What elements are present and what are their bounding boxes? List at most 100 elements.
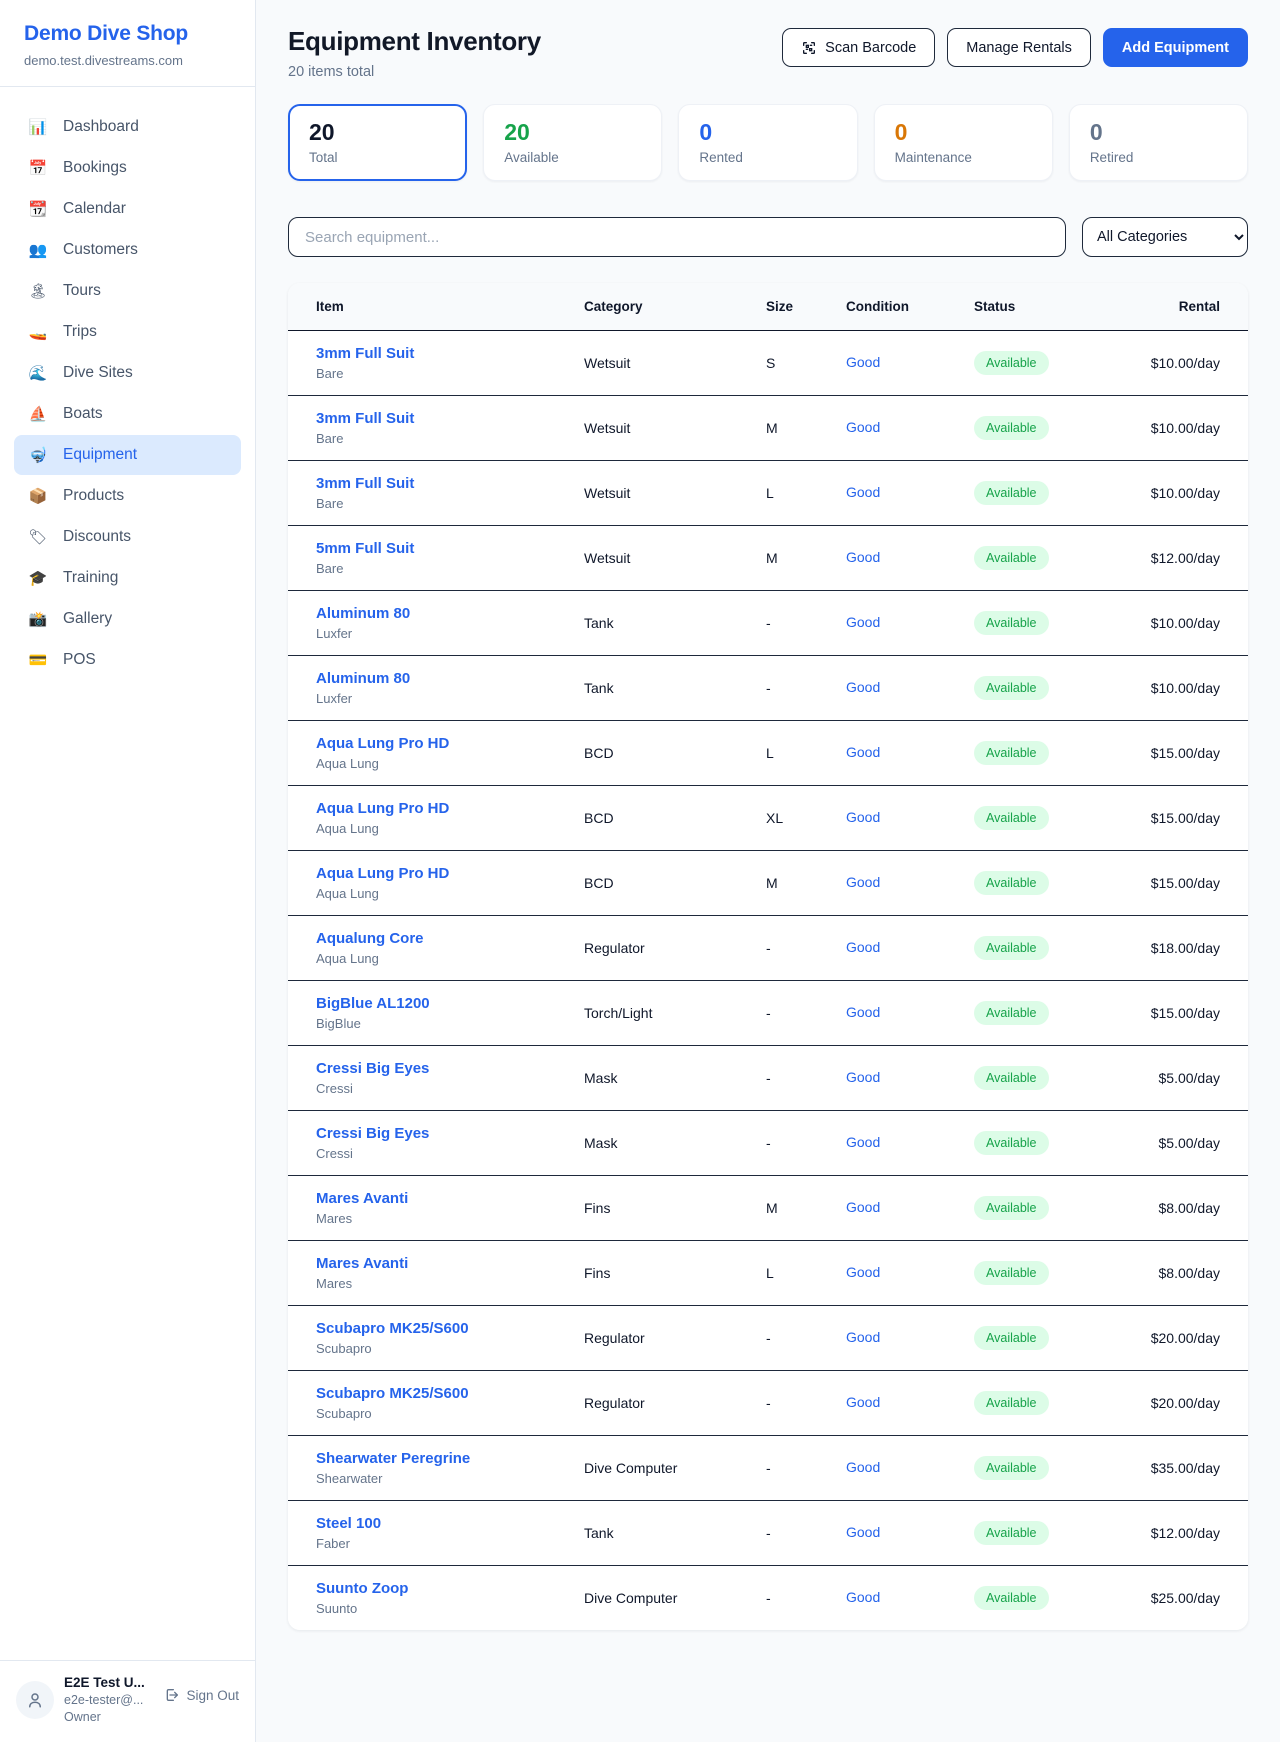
camera-icon: 📸 [28,610,48,628]
item-name-link[interactable]: Cressi Big Eyes [316,1060,584,1077]
item-cell: Shearwater PeregrineShearwater [316,1450,584,1486]
grad-cap-icon: 🎓 [28,569,48,587]
item-name-link[interactable]: 3mm Full Suit [316,345,584,362]
item-name-link[interactable]: Scubapro MK25/S600 [316,1385,584,1402]
manage-rentals-button[interactable]: Manage Rentals [947,28,1091,67]
rental-price: $5.00/day [1150,1070,1220,1086]
item-name-link[interactable]: Aluminum 80 [316,670,584,687]
item-name-link[interactable]: 5mm Full Suit [316,540,584,557]
condition-link[interactable]: Good [846,1004,880,1020]
condition-link[interactable]: Good [846,1069,880,1085]
stat-card-total[interactable]: 20Total [288,104,467,181]
condition-link[interactable]: Good [846,614,880,630]
condition-link[interactable]: Good [846,549,880,565]
item-name-link[interactable]: Aqua Lung Pro HD [316,800,584,817]
sidebar-item-training[interactable]: 🎓Training [14,558,241,598]
category-cell: Wetsuit [584,420,766,436]
item-name-link[interactable]: 3mm Full Suit [316,410,584,427]
item-name-link[interactable]: Scubapro MK25/S600 [316,1320,584,1337]
condition-cell: Good [846,1004,974,1022]
category-cell: Wetsuit [584,550,766,566]
status-cell: Available [974,481,1150,505]
condition-link[interactable]: Good [846,809,880,825]
size-cell: - [766,1590,846,1606]
add-equipment-button[interactable]: Add Equipment [1103,28,1248,67]
size-cell: - [766,1395,846,1411]
condition-link[interactable]: Good [846,939,880,955]
condition-cell: Good [846,1199,974,1217]
sidebar-item-pos[interactable]: 💳POS [14,640,241,680]
item-name-link[interactable]: BigBlue AL1200 [316,995,584,1012]
barcode-scan-icon [801,40,817,56]
sailboat-icon: ⛵ [28,405,48,423]
status-cell: Available [974,611,1150,635]
item-name-link[interactable]: Aluminum 80 [316,605,584,622]
condition-link[interactable]: Good [846,419,880,435]
condition-link[interactable]: Good [846,354,880,370]
condition-link[interactable]: Good [846,874,880,890]
condition-link[interactable]: Good [846,1524,880,1540]
sidebar-item-bookings[interactable]: 📅Bookings [14,148,241,188]
sidebar-item-calendar[interactable]: 📆Calendar [14,189,241,229]
sidebar-item-gallery[interactable]: 📸Gallery [14,599,241,639]
filters-bar: All Categories [288,217,1248,257]
sidebar-item-discounts[interactable]: 🏷Discounts [14,517,241,557]
condition-link[interactable]: Good [846,1134,880,1150]
sidebar-item-products[interactable]: 📦Products [14,476,241,516]
item-name-link[interactable]: Steel 100 [316,1515,584,1532]
condition-cell: Good [846,354,974,372]
rental-price: $5.00/day [1150,1135,1220,1151]
item-cell: Aqua Lung Pro HDAqua Lung [316,735,584,771]
condition-link[interactable]: Good [846,484,880,500]
condition-link[interactable]: Good [846,679,880,695]
people-icon: 👥 [28,241,48,259]
item-brand: Mares [316,1276,584,1291]
condition-link[interactable]: Good [846,1459,880,1475]
sign-out-button[interactable]: Sign Out [164,1687,239,1703]
search-input[interactable] [288,217,1066,257]
stat-card-available[interactable]: 20Available [483,104,662,181]
scan-barcode-button[interactable]: Scan Barcode [782,28,935,67]
item-brand: Faber [316,1536,584,1551]
status-badge: Available [974,741,1049,765]
condition-link[interactable]: Good [846,1394,880,1410]
item-name-link[interactable]: 3mm Full Suit [316,475,584,492]
item-name-link[interactable]: Suunto Zoop [316,1580,584,1597]
item-name-link[interactable]: Aqua Lung Pro HD [316,735,584,752]
item-name-link[interactable]: Mares Avanti [316,1255,584,1272]
stat-card-retired[interactable]: 0Retired [1069,104,1248,181]
condition-link[interactable]: Good [846,1329,880,1345]
sidebar-item-customers[interactable]: 👥Customers [14,230,241,270]
stat-value: 0 [1090,119,1227,146]
item-name-link[interactable]: Mares Avanti [316,1190,584,1207]
item-cell: Suunto ZoopSuunto [316,1580,584,1616]
status-badge: Available [974,1521,1049,1545]
size-cell: L [766,1265,846,1281]
column-header-status: Status [974,299,1150,314]
item-name-link[interactable]: Shearwater Peregrine [316,1450,584,1467]
sidebar-item-tours[interactable]: 🏝Tours [14,271,241,311]
item-cell: 3mm Full SuitBare [316,410,584,446]
sidebar-item-dashboard[interactable]: 📊Dashboard [14,107,241,147]
rental-price: $15.00/day [1150,810,1220,826]
stat-card-maintenance[interactable]: 0Maintenance [874,104,1053,181]
sidebar-item-trips[interactable]: 🚤Trips [14,312,241,352]
category-select[interactable]: All Categories [1082,217,1248,257]
condition-link[interactable]: Good [846,1589,880,1605]
condition-link[interactable]: Good [846,1264,880,1280]
items-total-count: 20 items total [288,64,541,80]
sidebar-item-boats[interactable]: ⛵Boats [14,394,241,434]
sidebar-item-equipment[interactable]: 🤿Equipment [14,435,241,475]
status-cell: Available [974,676,1150,700]
size-cell: - [766,615,846,631]
condition-link[interactable]: Good [846,1199,880,1215]
item-name-link[interactable]: Cressi Big Eyes [316,1125,584,1142]
item-name-link[interactable]: Aqua Lung Pro HD [316,865,584,882]
size-cell: - [766,1005,846,1021]
condition-link[interactable]: Good [846,744,880,760]
status-badge: Available [974,676,1049,700]
stat-card-rented[interactable]: 0Rented [678,104,857,181]
calendar-icon: 📅 [28,159,48,177]
sidebar-item-dive-sites[interactable]: 🌊Dive Sites [14,353,241,393]
item-name-link[interactable]: Aqualung Core [316,930,584,947]
